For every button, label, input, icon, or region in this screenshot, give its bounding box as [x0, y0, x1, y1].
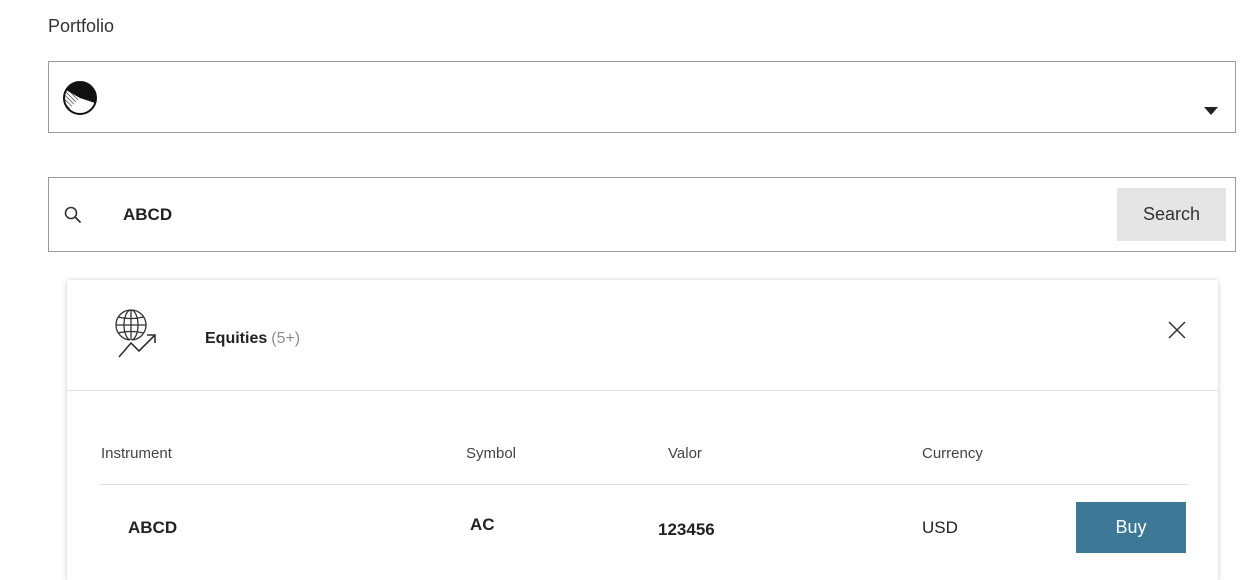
caret-down-icon: [1204, 107, 1218, 115]
cell-instrument[interactable]: ABCD: [128, 518, 177, 538]
results-header: Equities (5+): [67, 280, 1218, 391]
cell-symbol: AC: [470, 515, 495, 534]
pie-chart-icon: [63, 81, 97, 115]
row-divider: [100, 484, 1187, 485]
search-button[interactable]: Search: [1117, 188, 1226, 241]
globe-trend-icon: [115, 309, 157, 359]
category-count: (5+): [271, 330, 301, 347]
category-title[interactable]: Equities (5+): [205, 330, 300, 348]
column-header-currency: Currency: [922, 445, 983, 462]
search-input[interactable]: [123, 198, 1023, 232]
buy-button[interactable]: Buy: [1076, 502, 1186, 553]
search-box: Search: [48, 177, 1236, 252]
close-icon[interactable]: [1167, 320, 1187, 340]
column-header-valor: Valor: [668, 445, 702, 462]
column-header-symbol: Symbol: [466, 445, 517, 462]
results-panel: Equities (5+) Instrument Symbol Valor Cur…: [67, 280, 1218, 580]
column-header-instrument: Instrument: [101, 445, 172, 462]
category-name: Equities: [205, 330, 268, 347]
portfolio-select[interactable]: [48, 61, 1236, 133]
portfolio-label: Portfolio: [48, 16, 115, 36]
cell-valor: 123456: [658, 520, 715, 539]
cell-currency: USD: [922, 518, 958, 537]
page: Portfolio Search: [0, 0, 1255, 580]
search-icon: [64, 206, 81, 223]
